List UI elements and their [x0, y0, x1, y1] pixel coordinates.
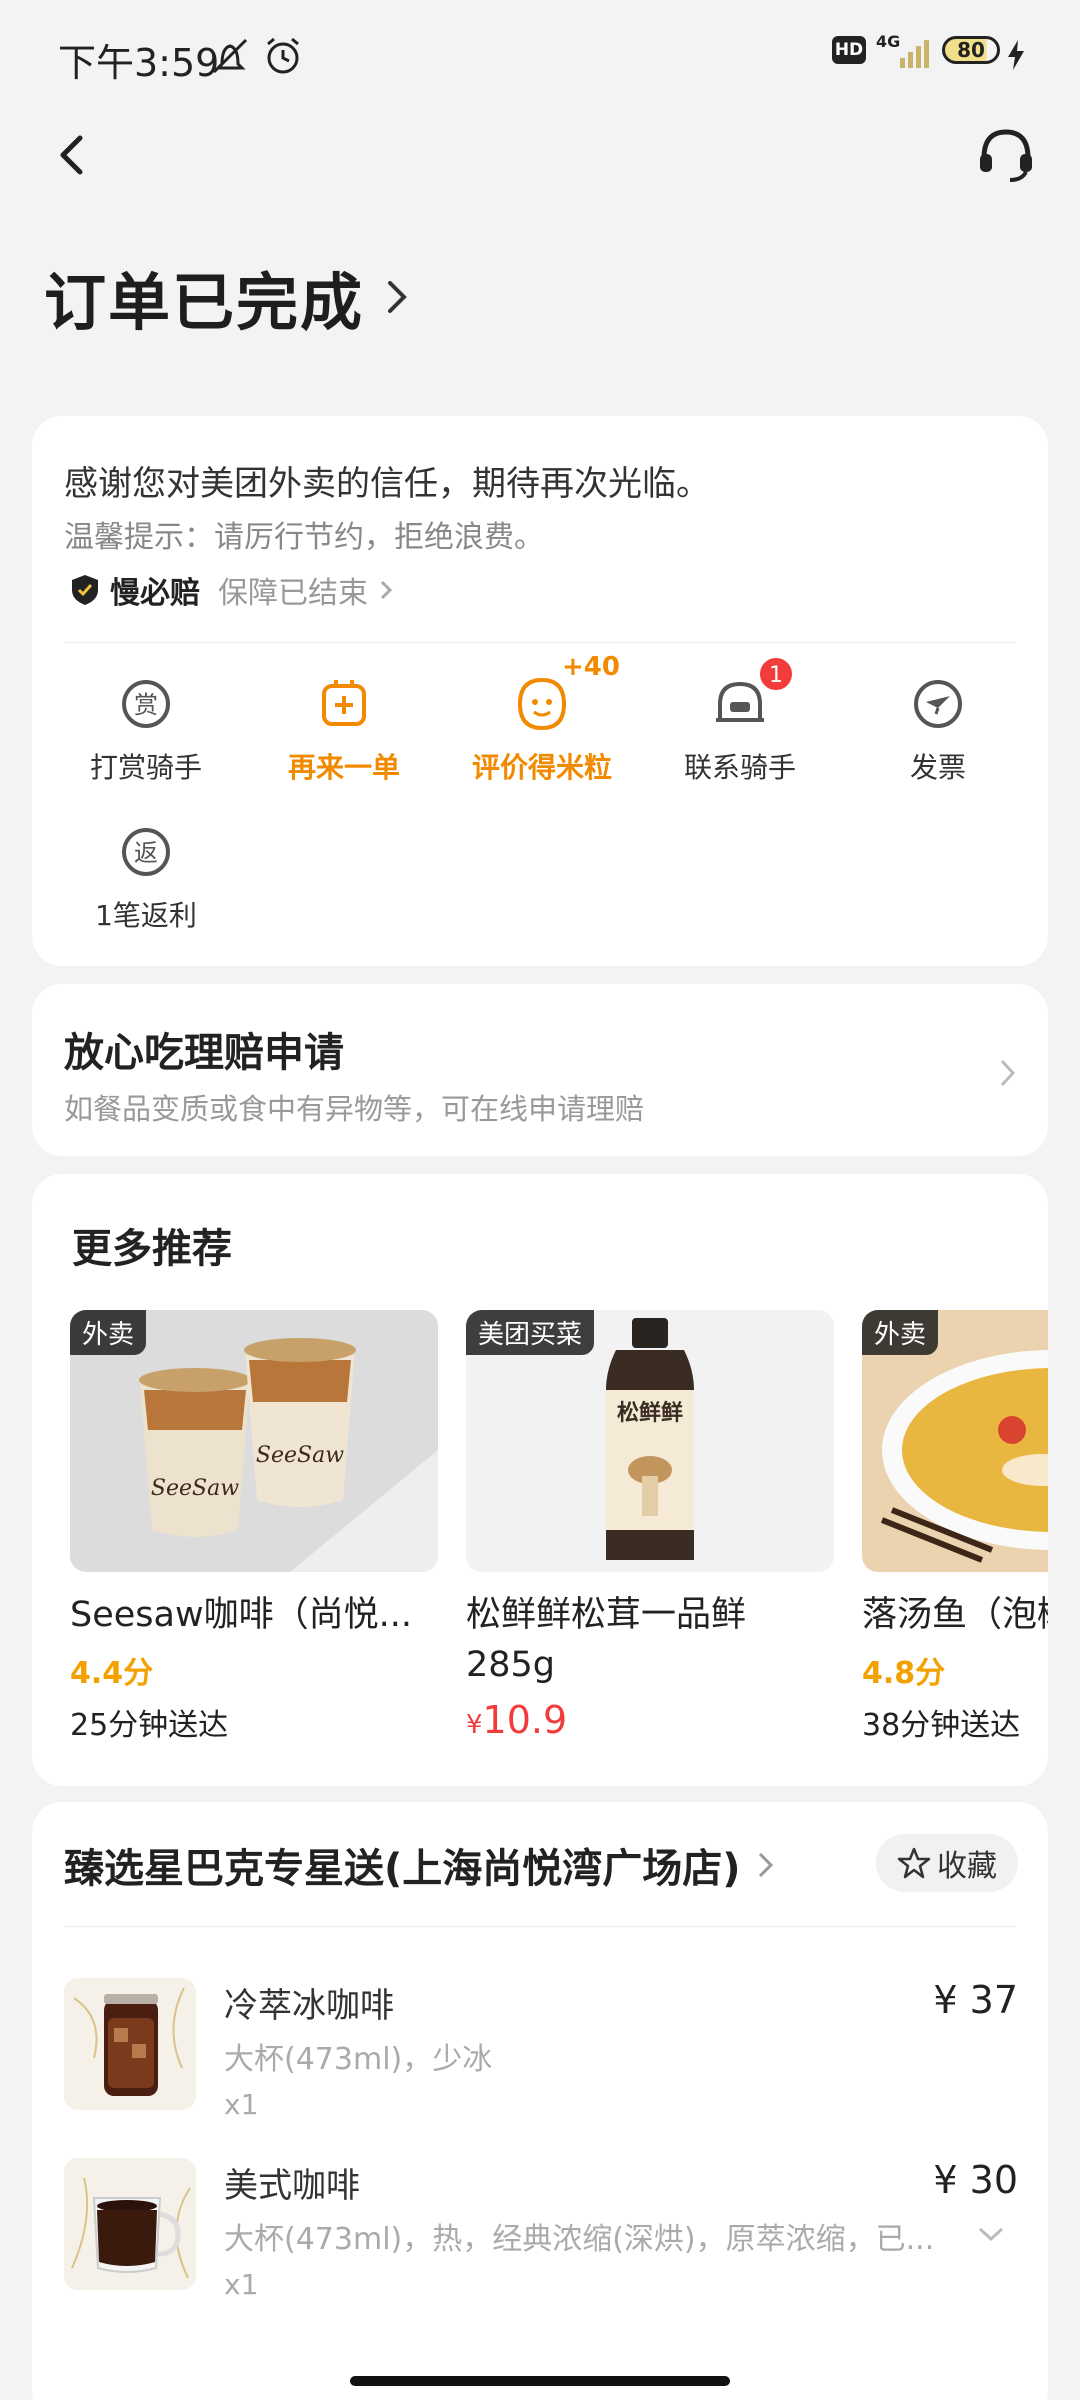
- review-button[interactable]: +40 评价得米粒: [452, 652, 632, 786]
- svg-text:SeeSaw: SeeSaw: [256, 1443, 344, 1468]
- shield-icon: [72, 575, 98, 605]
- notification-badge: 1: [758, 656, 794, 692]
- mute-icon: [212, 38, 248, 74]
- product-qty: x1: [224, 2088, 259, 2121]
- status-bar: 下午3:59 HD 4G 80: [0, 0, 1080, 110]
- rebate-button[interactable]: 返 1笔返利: [56, 822, 236, 934]
- recommend-name: Seesaw咖啡（尚悦...: [70, 1595, 412, 1635]
- reorder-button[interactable]: 再来一单: [254, 674, 434, 786]
- star-icon: [897, 1847, 931, 1879]
- divider: [64, 1926, 1016, 1927]
- customer-service-icon[interactable]: [976, 124, 1036, 184]
- review-bonus: +40: [562, 652, 620, 682]
- product-thumbnail: [64, 1978, 196, 2110]
- recommend-title: 更多推荐: [72, 1226, 232, 1272]
- reward-icon: 赏: [122, 680, 170, 728]
- claim-subtitle: 如餐品变质或食中有异物等，可在线申请理赔: [64, 1092, 645, 1126]
- thanks-text: 感谢您对美团外卖的信任，期待再次光临。: [64, 464, 710, 504]
- chevron-right-icon: [1000, 1059, 1016, 1087]
- category-tag: 外卖: [70, 1310, 147, 1355]
- claim-card[interactable]: 放心吃理赔申请 如餐品变质或食中有异物等，可在线申请理赔: [32, 984, 1048, 1156]
- alarm-icon: [267, 37, 299, 74]
- product-spec: 大杯(473ml)，少冰: [224, 2042, 493, 2077]
- favorite-button[interactable]: 收藏: [876, 1834, 1018, 1892]
- delivery-time: 38分钟送达: [862, 1708, 1021, 1743]
- product-qty: x1: [224, 2268, 259, 2301]
- signal-icon: 4G: [876, 32, 936, 72]
- chevron-right-icon: [388, 281, 407, 313]
- order-item[interactable]: 冷萃冰咖啡 大杯(473ml)，少冰 x1 ¥ 37: [64, 1978, 1018, 2128]
- guarantee-status: 保障已结束: [218, 576, 368, 611]
- svg-text:返: 返: [134, 839, 158, 867]
- review-icon: [517, 677, 567, 731]
- recommend-price: ¥10.9: [466, 1698, 568, 1742]
- recommend-item[interactable]: 松鲜鲜 美团买菜 松鲜鲜松茸一品鲜285g ¥10.9: [466, 1310, 834, 1742]
- favorite-label: 收藏: [937, 1849, 997, 1884]
- svg-text:赏: 赏: [134, 691, 158, 719]
- recommend-name: 落汤鱼（泡椒: [862, 1595, 1048, 1635]
- product-price: ¥ 30: [933, 2158, 1018, 2202]
- divider: [64, 642, 1016, 643]
- order-item[interactable]: 美式咖啡 大杯(473ml)，热，经典浓缩(深烘)，原萃浓缩，已... x1 ¥…: [64, 2158, 1018, 2308]
- charging-icon: [1008, 40, 1024, 70]
- product-name: 美式咖啡: [224, 2166, 360, 2206]
- recommend-card: 更多推荐 SeeSaw SeeSaw 外卖 Seesaw咖啡（尚悦... 4.4…: [32, 1174, 1048, 1786]
- tip-rider-button[interactable]: 赏 打赏骑手: [56, 674, 236, 786]
- guarantee-row[interactable]: 慢必赔 保障已结束: [70, 568, 398, 612]
- chevron-right-icon: [758, 1852, 773, 1878]
- tip-text: 温馨提示：请厉行节约，拒绝浪费。: [64, 520, 544, 555]
- recommend-name: 松鲜鲜松茸一品鲜285g: [466, 1595, 747, 1685]
- recommend-item[interactable]: 外卖 落汤鱼（泡椒 4.8分 38分钟送达: [862, 1310, 1048, 1744]
- svg-text:松鲜鲜: 松鲜鲜: [617, 1401, 683, 1426]
- store-order-card: 臻选星巴克专星送(上海尚悦湾广场店) 收藏 冷萃冰咖啡 大杯(473ml)，少冰: [32, 1802, 1048, 2400]
- nav-bar: [0, 120, 1080, 190]
- rebate-icon: 返: [122, 828, 170, 876]
- order-status-title[interactable]: 订单已完成: [44, 252, 410, 342]
- delivery-time: 25分钟送达: [70, 1708, 229, 1743]
- product-thumbnail: [64, 2158, 196, 2290]
- guarantee-name: 慢必赔: [110, 576, 200, 611]
- page-title: 订单已完成: [44, 266, 365, 339]
- back-icon[interactable]: [48, 130, 98, 180]
- category-tag: 美团买菜: [466, 1310, 595, 1355]
- hd-icon: HD: [832, 36, 866, 64]
- product-price: ¥ 37: [933, 1978, 1018, 2022]
- store-name: 臻选星巴克专星送(上海尚悦湾广场店): [64, 1846, 741, 1892]
- invoice-button[interactable]: 发票: [848, 674, 1028, 786]
- contact-rider-button[interactable]: 1 联系骑手: [650, 656, 830, 786]
- svg-text:SeeSaw: SeeSaw: [151, 1476, 239, 1501]
- category-tag: 外卖: [862, 1310, 939, 1355]
- order-info-card: 感谢您对美团外卖的信任，期待再次光临。 温馨提示：请厉行节约，拒绝浪费。 慢必赔…: [32, 416, 1048, 966]
- chevron-down-icon[interactable]: [976, 2224, 1006, 2244]
- reorder-icon: [322, 680, 366, 726]
- status-time: 下午3:59: [58, 41, 220, 85]
- product-spec: 大杯(473ml)，热，经典浓缩(深烘)，原萃浓缩，已...: [224, 2222, 935, 2257]
- product-name: 冷萃冰咖啡: [224, 1986, 394, 2026]
- product-image: 外卖: [862, 1310, 1048, 1572]
- invoice-icon: [914, 680, 962, 728]
- chevron-right-icon: [380, 580, 393, 600]
- store-name-link[interactable]: 臻选星巴克专星送(上海尚悦湾广场店): [64, 1836, 777, 1894]
- recommend-item[interactable]: SeeSaw SeeSaw 外卖 Seesaw咖啡（尚悦... 4.4分 25分…: [70, 1310, 438, 1744]
- recommend-score: 4.8分: [862, 1656, 946, 1691]
- claim-title: 放心吃理赔申请: [64, 1030, 344, 1076]
- battery-icon: 80: [942, 36, 1000, 64]
- home-indicator[interactable]: [350, 2376, 730, 2386]
- product-image: SeeSaw SeeSaw 外卖: [70, 1310, 438, 1572]
- recommend-score: 4.4分: [70, 1656, 154, 1691]
- product-image: 松鲜鲜 美团买菜: [466, 1310, 834, 1572]
